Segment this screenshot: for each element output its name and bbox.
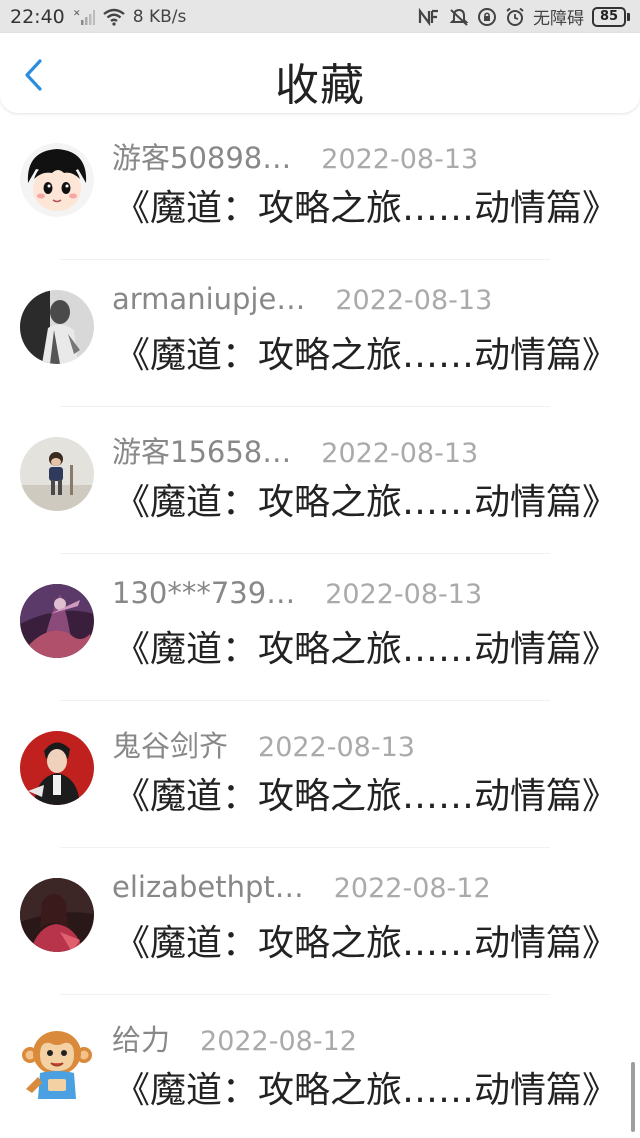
date: 2022-08-13 [335, 285, 493, 316]
username[interactable]: 鬼谷剑齐 [112, 723, 228, 765]
accessibility-label: 无障碍 [533, 9, 584, 29]
battery-indicator: 85 [592, 6, 630, 27]
red-portrait-avatar[interactable] [20, 731, 94, 805]
list-item[interactable]: 游客15658… 2022-08-13 《魔道：攻略之旅……动情篇》 [0, 407, 640, 554]
alarm-icon [505, 7, 525, 27]
list-item[interactable]: armaniupje… 2022-08-13 《魔道：攻略之旅……动情篇》 [0, 260, 640, 407]
page-title: 收藏 [275, 60, 365, 111]
lock-rotation-icon [477, 7, 497, 27]
username[interactable]: 130***739… [112, 576, 295, 610]
item-meta: 游客50898… 2022-08-13 [112, 135, 478, 177]
item-meta: 游客15658… 2022-08-13 [112, 429, 478, 471]
child-photo-avatar[interactable] [20, 437, 94, 511]
mute-bell-icon [449, 8, 469, 26]
date: 2022-08-13 [258, 732, 415, 763]
no-signal-icon: ✕ [73, 8, 95, 26]
status-bar: 22:40 ✕ 8 KB/s 无障碍 85 [0, 0, 640, 33]
story-title[interactable]: 《魔道：攻略之旅……动情篇》 [114, 1061, 618, 1113]
list-item[interactable]: 给力 2022-08-12 《魔道：攻略之旅……动情篇》 [0, 995, 640, 1138]
scrollbar[interactable] [631, 1062, 635, 1132]
battery-level: 85 [592, 6, 626, 27]
app-header: 收藏 [0, 33, 640, 113]
username[interactable]: 游客50898… [112, 135, 291, 177]
username[interactable]: 游客15658… [112, 429, 291, 471]
item-meta: 130***739… 2022-08-13 [112, 576, 482, 610]
battery-tip [627, 12, 630, 21]
item-meta: 鬼谷剑齐 2022-08-13 [112, 723, 415, 765]
nfc-icon [417, 7, 441, 26]
svg-text:✕: ✕ [73, 9, 81, 19]
story-title[interactable]: 《魔道：攻略之旅……动情篇》 [114, 767, 618, 819]
dark-portrait-avatar[interactable] [20, 878, 94, 952]
item-meta: elizabethpt… 2022-08-12 [112, 870, 491, 904]
date: 2022-08-12 [333, 873, 491, 904]
story-title[interactable]: 《魔道：攻略之旅……动情篇》 [114, 326, 618, 378]
wifi-icon [103, 8, 125, 26]
story-title[interactable]: 《魔道：攻略之旅……动情篇》 [114, 914, 618, 966]
status-time: 22:40 [10, 5, 65, 28]
date: 2022-08-12 [200, 1026, 357, 1057]
list-item[interactable]: elizabethpt… 2022-08-12 《魔道：攻略之旅……动情篇》 [0, 848, 640, 995]
username[interactable]: armaniupje… [112, 282, 305, 316]
username[interactable]: 给力 [112, 1017, 170, 1059]
monkey-cartoon-avatar[interactable] [20, 1025, 94, 1099]
item-meta: 给力 2022-08-12 [112, 1017, 357, 1059]
list-item[interactable]: 游客50898… 2022-08-13 《魔道：攻略之旅……动情篇》 [0, 113, 640, 260]
story-title[interactable]: 《魔道：攻略之旅……动情篇》 [114, 179, 618, 231]
story-title[interactable]: 《魔道：攻略之旅……动情篇》 [114, 473, 618, 525]
item-meta: armaniupje… 2022-08-13 [112, 282, 492, 316]
net-speed: 8 KB/s [132, 6, 187, 27]
date: 2022-08-13 [321, 144, 479, 175]
list-item[interactable]: 130***739… 2022-08-13 《魔道：攻略之旅……动情篇》 [0, 554, 640, 701]
username[interactable]: elizabethpt… [112, 870, 304, 904]
date: 2022-08-13 [321, 438, 479, 469]
cartoon-boy-avatar[interactable] [20, 143, 94, 217]
story-title[interactable]: 《魔道：攻略之旅……动情篇》 [114, 620, 618, 672]
bw-photo-avatar[interactable] [20, 290, 94, 364]
date: 2022-08-13 [325, 579, 483, 610]
fantasy-art-avatar[interactable] [20, 584, 94, 658]
favorites-list: 游客50898… 2022-08-13 《魔道：攻略之旅……动情篇》 arman… [0, 113, 640, 1138]
list-item[interactable]: 鬼谷剑齐 2022-08-13 《魔道：攻略之旅……动情篇》 [0, 701, 640, 848]
